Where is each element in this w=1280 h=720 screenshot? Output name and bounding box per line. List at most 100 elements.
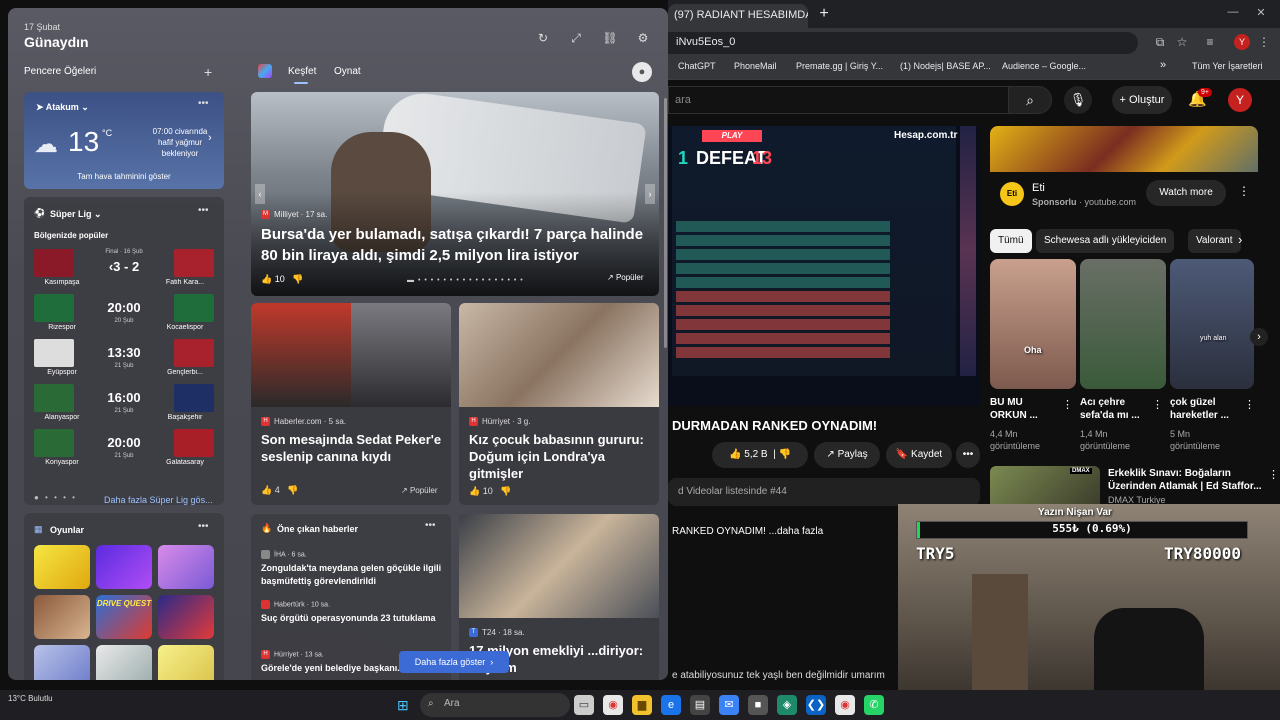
chip-uploader[interactable]: Schewesa adlı yükleyiciden — [1036, 229, 1175, 253]
game-tile[interactable] — [158, 545, 214, 589]
more-icon[interactable]: ••• — [425, 520, 436, 531]
more-icon[interactable]: ••• — [198, 205, 209, 216]
edge-icon[interactable]: e — [661, 695, 681, 715]
url-field[interactable]: iNvu5Eos_0 — [668, 32, 1138, 54]
bookmark-all[interactable]: Tüm Yer İşaretleri — [1192, 61, 1263, 71]
more-icon[interactable]: ••• — [198, 521, 209, 532]
article-card[interactable]: H Haberler.com · 5 sa. Son mesajında Seda… — [251, 303, 451, 505]
weather-card[interactable]: ➤ Atakum ⌄ ••• ☁ 13 °C 07:00 civarında h… — [24, 92, 224, 189]
shorts-next-icon[interactable]: › — [1250, 328, 1268, 346]
match-row[interactable]: 20:00 21 Şub Konyaspor Galatasaray — [34, 429, 214, 467]
like-button[interactable]: 👍 10 👎 — [261, 274, 303, 285]
recommended-title[interactable]: Erkeklik Sınavı: Boğaların Üzerinden Atl… — [1108, 467, 1268, 493]
weather-forecast-link[interactable]: Tam hava tahminini göster — [24, 172, 224, 181]
install-icon[interactable]: ⧉ — [1152, 34, 1168, 50]
game-tile[interactable] — [34, 645, 90, 680]
taskbar-search[interactable]: Ara — [420, 693, 570, 717]
minimize-icon[interactable]: — — [1223, 6, 1243, 22]
bookmark-audience[interactable]: Audience – Google... — [1002, 61, 1086, 71]
tab-discover[interactable]: Keşfet — [288, 66, 316, 77]
watch-more-button[interactable]: Watch more — [1146, 180, 1226, 206]
share-button[interactable]: ↗ Paylaş — [814, 442, 880, 468]
user-avatar-icon[interactable]: ● — [632, 62, 652, 82]
task-view-icon[interactable]: ▭ — [574, 695, 594, 715]
bookmark-nodejs[interactable]: (1) Nodejs| BASE AP... — [900, 61, 991, 71]
page-dots[interactable]: ● • • • • — [34, 493, 77, 502]
hero-article[interactable]: ‹ › M Milliyet · 17 sa. Bursa'da yer bula… — [251, 92, 659, 296]
app-icon[interactable]: ■ — [748, 695, 768, 715]
avatar[interactable]: Y — [1228, 88, 1252, 112]
profile-avatar[interactable]: Y — [1234, 34, 1250, 50]
video-player[interactable]: PLAY 1 DEFEAT 13 Hesap.com.tr — [668, 126, 980, 406]
windows-start-icon[interactable]: ⊞ — [397, 697, 409, 714]
show-more-button[interactable]: Daha fazla göster › — [399, 651, 509, 673]
game-tile[interactable]: DRIVE QUEST — [96, 595, 152, 639]
create-button[interactable]: + Oluştur — [1112, 86, 1172, 114]
bookmarks-overflow[interactable]: » — [1160, 59, 1166, 71]
match-row[interactable]: 16:00 21 Şub Alanyaspor Başakşehir — [34, 384, 214, 422]
menu-icon[interactable]: ⋮ — [1256, 34, 1272, 50]
ad-menu-icon[interactable]: ⋮ — [1238, 184, 1250, 198]
app-icon[interactable]: ◈ — [777, 695, 797, 715]
whatsapp-icon[interactable]: ✆ — [864, 695, 884, 715]
tab-play[interactable]: Oynat — [334, 66, 361, 77]
refresh-icon[interactable]: ↻ — [535, 30, 551, 46]
chevron-left-icon[interactable]: ‹ — [255, 184, 265, 204]
news-item[interactable]: İHA · 6 sa. Zonguldak'ta meydana gelen g… — [261, 550, 445, 588]
add-widget-button[interactable]: + — [204, 64, 212, 80]
short-menu-icon[interactable]: ⋮ — [1244, 398, 1255, 411]
hero-title[interactable]: Bursa'da yer bulamadı, satışa çıkardı! 7… — [261, 224, 653, 266]
like-button[interactable]: 👍 4 👎 — [261, 485, 298, 496]
settings-icon[interactable]: ⚙ — [635, 30, 651, 46]
chevron-right-icon[interactable]: › — [645, 184, 655, 204]
chevron-right-icon[interactable]: › — [1238, 232, 1242, 247]
bookmark-phonemail[interactable]: PhoneMail — [734, 61, 777, 71]
microphone-icon[interactable]: 🎙 — [1064, 86, 1092, 114]
game-tile[interactable] — [158, 645, 214, 680]
bookmark-chatgpt[interactable]: ChatGPT — [678, 61, 716, 71]
short-thumbnail[interactable]: yuh alan — [1170, 259, 1254, 389]
chip-all[interactable]: Tümü — [990, 229, 1032, 253]
video-description[interactable]: RANKED OYNADIM! ...daha fazla — [672, 526, 823, 537]
short-thumbnail[interactable]: Oha — [990, 259, 1076, 389]
like-button[interactable]: 👍 10 👎 — [469, 486, 511, 497]
playlist-bar[interactable]: d Videolar listesinde #44 — [668, 478, 980, 506]
media-icon[interactable]: ≡ — [1202, 34, 1218, 50]
game-tile[interactable] — [34, 595, 90, 639]
chevron-right-icon[interactable]: › — [208, 132, 212, 144]
short-menu-icon[interactable]: ⋮ — [1152, 398, 1163, 411]
match-row[interactable]: 13:30 21 Şub Eyüpspor Gençlerbi... — [34, 339, 214, 377]
chrome-icon[interactable]: ◉ — [603, 695, 623, 715]
more-actions-button[interactable]: ••• — [956, 442, 980, 468]
game-tile[interactable] — [96, 645, 152, 680]
short-thumbnail[interactable] — [1080, 259, 1166, 389]
store-icon[interactable]: ▤ — [690, 695, 710, 715]
outlook-icon[interactable]: ✉ — [719, 695, 739, 715]
browser-tab[interactable]: (97) RADIANT HESABIMDA 12 S — [668, 4, 808, 28]
chrome-icon[interactable]: ◉ — [835, 695, 855, 715]
search-icon[interactable]: ⌕ — [1008, 86, 1052, 114]
new-tab-button[interactable]: + — [814, 4, 834, 24]
short-title[interactable]: çok güzel hareketler ... — [1170, 396, 1234, 422]
chip-valorant[interactable]: Valorant — [1188, 229, 1241, 253]
short-title[interactable]: Acı çehre sefa'da mı ... — [1080, 396, 1144, 422]
weather-location[interactable]: ➤ Atakum ⌄ — [36, 102, 89, 113]
save-button[interactable]: 🔖 Kaydet — [886, 442, 952, 468]
carousel-dots[interactable]: ▬ • • • • • • • • • • • • • • • • • — [407, 277, 524, 284]
news-item[interactable]: Habertürk · 10 sa. Suç örgütü operasyonu… — [261, 600, 445, 625]
taskbar-weather[interactable]: 13°C Bulutlu — [8, 694, 53, 703]
rec-menu-icon[interactable]: ⋮ — [1268, 468, 1279, 481]
expand-icon[interactable]: ⤢ — [568, 30, 584, 46]
short-title[interactable]: BU MU ORKUN ... — [990, 396, 1054, 422]
like-button[interactable]: 👍 5,2 B | 👎 — [712, 442, 808, 468]
league-title[interactable]: Süper Lig ⌄ — [50, 209, 102, 220]
match-row[interactable]: Final · 16 Şub ‹3 - 2 Kasımpaşa Fatih Ka… — [34, 249, 214, 287]
file-explorer-icon[interactable]: ▆ — [632, 695, 652, 715]
link-icon[interactable]: ⛓ — [602, 30, 618, 46]
match-row[interactable]: 20:00 20 Şub Rizespor Kocaelispor — [34, 294, 214, 332]
more-icon[interactable]: ••• — [198, 98, 209, 109]
close-icon[interactable]: ✕ — [1251, 6, 1271, 22]
game-tile[interactable] — [158, 595, 214, 639]
league-more-link[interactable]: Daha fazla Süper Lig gös... — [104, 495, 213, 505]
short-menu-icon[interactable]: ⋮ — [1062, 398, 1073, 411]
